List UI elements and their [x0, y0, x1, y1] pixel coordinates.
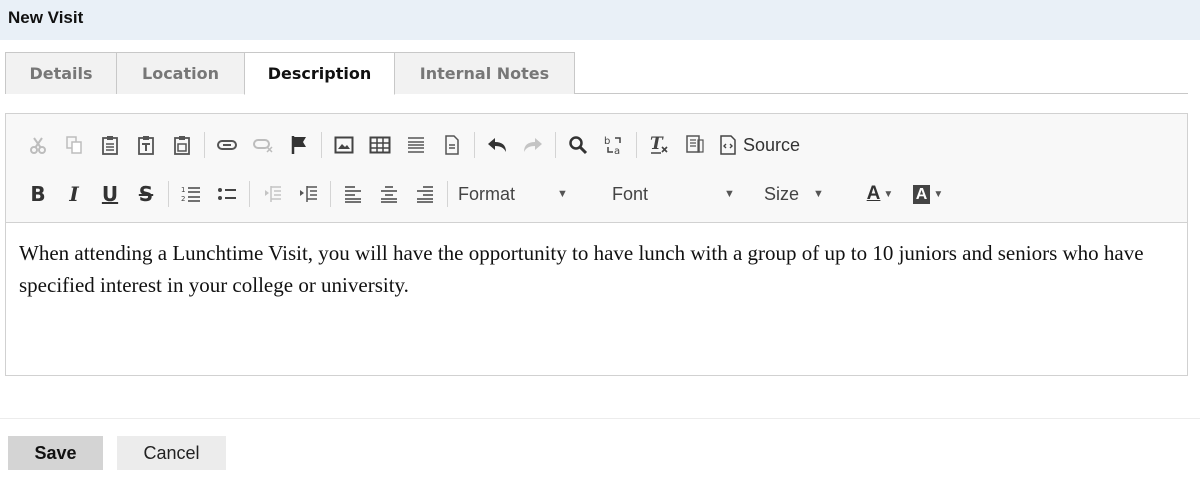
tab-details[interactable]: Details [5, 52, 117, 94]
source-button[interactable]: Source [713, 129, 806, 161]
editor-toolbar: ba T Source B I U S 12 Format ▼ Font ▼ S… [6, 114, 1187, 223]
link-icon[interactable] [209, 129, 245, 161]
paste-text-icon[interactable] [128, 129, 164, 161]
cut-icon[interactable] [20, 129, 56, 161]
editor-content-area[interactable]: When attending a Lunchtime Visit, you wi… [6, 223, 1187, 375]
anchor-icon[interactable] [281, 129, 317, 161]
remove-format-icon[interactable]: T [641, 129, 677, 161]
bold-icon: B [30, 182, 46, 206]
toolbar-separator [447, 181, 448, 207]
text-color-button[interactable]: A ▼ [856, 178, 904, 210]
italic-icon: I [69, 182, 79, 206]
tab-description[interactable]: Description [244, 52, 395, 95]
strikethrough-button[interactable]: S [128, 178, 164, 210]
font-label: Font [612, 183, 649, 204]
replace-icon[interactable]: ba [596, 129, 632, 161]
toolbar-separator [168, 181, 169, 207]
paste-word-icon[interactable] [164, 129, 200, 161]
bold-button[interactable]: B [20, 178, 56, 210]
footer-divider [0, 418, 1200, 419]
templates-icon[interactable] [677, 129, 713, 161]
underline-button[interactable]: U [92, 178, 128, 210]
toolbar-separator [321, 132, 322, 158]
tab-location[interactable]: Location [116, 52, 245, 94]
toolbar-separator [204, 132, 205, 158]
numbered-list-icon[interactable]: 12 [173, 178, 209, 210]
align-right-icon[interactable] [407, 178, 443, 210]
rich-text-editor: ba T Source B I U S 12 Format ▼ Font ▼ S… [5, 113, 1188, 376]
align-center-icon[interactable] [371, 178, 407, 210]
align-left-icon[interactable] [335, 178, 371, 210]
toolbar-row-1: ba T Source [20, 127, 806, 163]
tab-bar: Details Location Description Internal No… [5, 52, 1188, 95]
chevron-down-icon: ▼ [557, 188, 568, 200]
font-dropdown[interactable]: Font ▼ [606, 178, 758, 210]
tab-internal-notes[interactable]: Internal Notes [394, 52, 575, 94]
page-break-icon[interactable] [434, 129, 470, 161]
size-dropdown[interactable]: Size ▼ [758, 178, 856, 210]
toolbar-separator [474, 132, 475, 158]
svg-text:1: 1 [181, 186, 185, 194]
table-icon[interactable] [362, 129, 398, 161]
italic-button[interactable]: I [56, 178, 92, 210]
indent-icon[interactable] [290, 178, 326, 210]
cancel-button[interactable]: Cancel [117, 436, 226, 470]
toolbar-separator [330, 181, 331, 207]
unlink-icon[interactable] [245, 129, 281, 161]
horizontal-line-icon[interactable] [398, 129, 434, 161]
underline-icon: U [101, 182, 119, 206]
outdent-icon[interactable] [254, 178, 290, 210]
source-label: Source [743, 134, 801, 155]
chevron-down-icon: ▼ [933, 188, 944, 200]
toolbar-separator [249, 181, 250, 207]
size-label: Size [764, 183, 800, 204]
chevron-down-icon: ▼ [813, 188, 824, 200]
format-label: Format [458, 183, 516, 204]
background-color-icon: A [912, 184, 931, 204]
text-color-icon: A [866, 183, 881, 204]
strikethrough-icon: S [138, 182, 154, 206]
svg-text:a: a [614, 146, 620, 156]
bulleted-list-icon[interactable] [209, 178, 245, 210]
svg-text:2: 2 [181, 195, 185, 203]
page-title: New Visit [0, 0, 1200, 40]
save-button[interactable]: Save [8, 436, 103, 470]
chevron-down-icon: ▼ [724, 188, 735, 200]
undo-icon[interactable] [479, 129, 515, 161]
copy-icon[interactable] [56, 129, 92, 161]
format-dropdown[interactable]: Format ▼ [452, 178, 606, 210]
image-icon[interactable] [326, 129, 362, 161]
source-icon [719, 135, 737, 155]
toolbar-separator [636, 132, 637, 158]
find-icon[interactable] [560, 129, 596, 161]
background-color-button[interactable]: A ▼ [904, 178, 952, 210]
svg-text:b: b [604, 136, 610, 147]
paste-icon[interactable] [92, 129, 128, 161]
redo-icon[interactable] [515, 129, 551, 161]
toolbar-row-2: B I U S 12 Format ▼ Font ▼ Size ▼ A ▼ A … [20, 176, 952, 212]
chevron-down-icon: ▼ [883, 188, 894, 200]
toolbar-separator [555, 132, 556, 158]
